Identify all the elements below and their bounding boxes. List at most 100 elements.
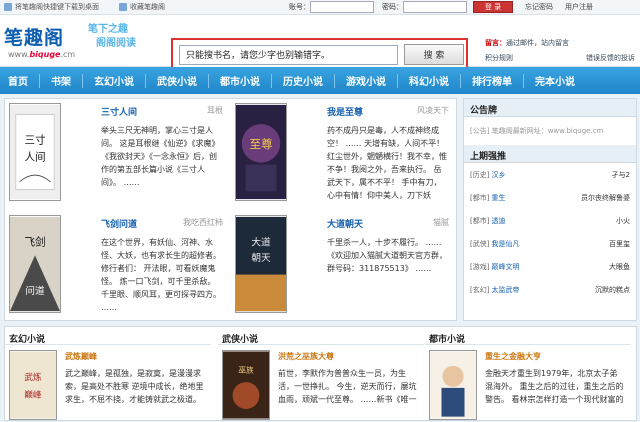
- rank-book[interactable]: 巅峰文明: [491, 262, 609, 272]
- rank-book[interactable]: 我是仙凡: [491, 239, 609, 249]
- book-title[interactable]: 洪荒之巫族大尊: [278, 351, 334, 362]
- nav-item[interactable]: 武侠小说: [157, 67, 197, 94]
- book-desc: 千里杀一人，十步不履行。 …… 《欢迎加入猫腻大道朝天官方群，群号码：31187…: [327, 238, 447, 273]
- notice-board-title: 公告牌: [464, 99, 636, 117]
- recommend-item[interactable]: [游戏] 巅峰文明 大眼鱼: [464, 255, 636, 278]
- nav-item[interactable]: 历史小说: [283, 67, 323, 94]
- book-author[interactable]: 耳根: [207, 105, 223, 116]
- book-cover[interactable]: 武炼巅峰: [9, 350, 57, 420]
- book-cover[interactable]: [429, 350, 477, 420]
- book-title[interactable]: 重生之金融大亨: [485, 351, 541, 362]
- book-cover[interactable]: 巫族: [222, 350, 270, 420]
- rank-book[interactable]: 透迪: [491, 216, 616, 226]
- recommend-item[interactable]: [历史] 汉乡 孑与2: [464, 163, 636, 186]
- book-title[interactable]: 我是至尊: [327, 105, 363, 118]
- top-links: 将笔趣阁快捷键下载到桌面 收藏笔趣阁: [4, 2, 165, 12]
- rank-author[interactable]: 大眼鱼: [609, 262, 630, 272]
- svg-text:人间: 人间: [24, 151, 45, 164]
- nav-item[interactable]: 书架: [51, 67, 71, 94]
- book-author[interactable]: 猫腻: [433, 217, 449, 228]
- rank-author[interactable]: 孑与2: [612, 170, 630, 180]
- rank-author[interactable]: 沉默的糕点: [595, 285, 630, 295]
- nav-separator: [208, 73, 209, 88]
- nav-item[interactable]: 科幻小说: [409, 67, 449, 94]
- rank-book[interactable]: 汉乡: [491, 170, 611, 180]
- recommend-item[interactable]: [都市] 透迪 小火: [464, 209, 636, 232]
- account-input[interactable]: [310, 1, 374, 13]
- search-button[interactable]: 搜 索: [404, 44, 464, 65]
- svg-text:巫族: 巫族: [238, 365, 254, 375]
- top-bar: 将笔趣阁快捷键下载到桌面 收藏笔趣阁 账号： 密码： 登 录 忘记密码 用户注册: [0, 0, 640, 15]
- rank-author[interactable]: 百里玺: [609, 239, 630, 249]
- nav-separator: [145, 73, 146, 88]
- book-desc: 金融天才重生到1979年，北京太子弟混海外。 重生之后的过往，重生之后的警告。 …: [485, 369, 624, 404]
- nav-item[interactable]: 都市小说: [220, 67, 260, 94]
- bookmark-link[interactable]: 收藏笔趣阁: [130, 2, 165, 12]
- book-title[interactable]: 三寸人间: [101, 105, 137, 118]
- book-desc: 在这个世界，有妖仙、河神、水怪、大妖，也有求长生的超修者。 修行者们： 开法眼，…: [101, 238, 221, 312]
- featured-book[interactable]: 飞剑 问道 飞剑问道 我吃西红柿 在这个世界，有妖仙、河神、水怪、大妖，也有求长生…: [5, 211, 225, 316]
- category-section: 玄幻小说 武炼 巅峰 武炼巅峰 武之巅峰，是孤独，是寂寞，是漫漫求索，是高处不胜寒…: [4, 326, 637, 421]
- shortcut-link[interactable]: 将笔趣阁快捷键下载到桌面: [15, 2, 99, 12]
- feedback-link[interactable]: 错误反馈的投诉: [586, 51, 635, 66]
- category-heading[interactable]: 武侠小说: [218, 327, 424, 345]
- featured-book[interactable]: 三寸 人间 三寸人间 耳根 举头三尺无神明，掌心三寸是人间。 这是耳根继《仙逆》《…: [5, 99, 225, 204]
- login-form: 账号： 密码： 登 录 忘记密码 用户注册: [289, 1, 593, 13]
- featured-book[interactable]: 大道 朝天 大道朝天 猫腻 千里杀一人，十步不履行。 …… 《欢迎加入猫腻大道朝天…: [231, 211, 451, 316]
- rank-author[interactable]: 小火: [616, 216, 630, 226]
- recommend-item[interactable]: [都市] 重生 员尔丧终解鲁婆: [464, 186, 636, 209]
- rank-category: [武侠]: [470, 239, 490, 248]
- book-cover[interactable]: 飞剑问道: [9, 215, 61, 313]
- svg-text:三寸: 三寸: [24, 133, 46, 146]
- nav-item[interactable]: 排行榜单: [472, 67, 512, 94]
- points-rules-link[interactable]: 积分规则: [485, 51, 513, 66]
- book-desc: 武之巅峰，是孤独，是寂寞，是漫漫求索，是高处不胜寒 逆境中成长，绝地里求生，不屈…: [65, 369, 204, 404]
- nav-item[interactable]: 首页: [8, 67, 28, 94]
- nav-separator: [39, 73, 40, 88]
- site-logo[interactable]: 笔趣阁 www.biquge.cm: [4, 23, 75, 59]
- book-cover[interactable]: 三寸人间: [9, 103, 61, 201]
- header-notice: 留言：通过邮件，站内留言 积分规则 错误反馈的投诉: [485, 36, 635, 66]
- nav-item[interactable]: 游戏小说: [346, 67, 386, 94]
- rank-category: [历史]: [470, 170, 490, 179]
- book-author[interactable]: 我吃西红柿: [183, 217, 223, 228]
- book-desc: 举头三尺无神明，掌心三寸是人间。 这是耳根继《仙逆》《求魔》《我欲封天》《一念永…: [101, 126, 220, 187]
- rank-book[interactable]: 太监武帝: [491, 285, 595, 295]
- category-heading[interactable]: 都市小说: [425, 327, 631, 345]
- nav-separator: [82, 73, 83, 88]
- nav-item[interactable]: 玄幻小说: [94, 67, 134, 94]
- search-input[interactable]: 只能搜书名，请您少字也别输错字。: [179, 44, 398, 65]
- header: 笔趣阁 www.biquge.cm 笔下之趣 阁阁阅读 只能搜书名，请您少字也别…: [0, 15, 640, 71]
- rank-category: [游戏]: [470, 262, 490, 271]
- sidebar: 公告牌 [公告] 笔趣阁最新网址：www.biquge.cm 上期强推 [历史]…: [463, 98, 637, 321]
- register-link[interactable]: 用户注册: [565, 2, 593, 12]
- svg-text:巅峰: 巅峰: [24, 389, 42, 400]
- password-input[interactable]: [403, 1, 467, 13]
- book-cover[interactable]: 至尊: [235, 103, 287, 201]
- svg-text:朝天: 朝天: [251, 253, 271, 264]
- book-title[interactable]: 武炼巅峰: [65, 351, 97, 362]
- recommend-item[interactable]: [武侠] 我是仙凡 百里玺: [464, 232, 636, 255]
- book-title[interactable]: 飞剑问道: [101, 217, 137, 230]
- svg-text:武炼: 武炼: [24, 371, 42, 383]
- login-button[interactable]: 登 录: [473, 1, 513, 13]
- book-title[interactable]: 大道朝天: [327, 217, 363, 230]
- rank-category: [都市]: [470, 193, 490, 202]
- book-desc: 前世，李默作为普普众生一员，为生活，一世挣扎。 今生，逆天而行，屡坑血雨，顽斌一…: [278, 369, 417, 404]
- rank-book[interactable]: 重生: [491, 193, 581, 203]
- book-cover[interactable]: 大道朝天: [235, 215, 287, 313]
- rank-author[interactable]: 员尔丧终解鲁婆: [581, 193, 630, 203]
- logo-text: 笔趣阁: [4, 27, 65, 49]
- category-heading[interactable]: 玄幻小说: [5, 327, 211, 345]
- nav-item[interactable]: 完本小说: [535, 67, 575, 94]
- book-author[interactable]: 风凌天下: [417, 105, 449, 116]
- main-nav: 首页 书架 玄幻小说 武侠小说 都市小说 历史小说 游戏小说 科幻小说 排行榜单 完本小说: [0, 67, 640, 94]
- category-column: 都市小说 重生之金融大亨 金融天才重生到1979年，北京太子弟混海外。 重生之后…: [425, 327, 631, 422]
- featured-book[interactable]: 至尊 我是至尊 风凌天下 药不成丹只是毒，人不成神终成空！ …… 天增有缺，人间…: [231, 99, 451, 204]
- announcement[interactable]: [公告] 笔趣阁最新网址：www.biquge.cm: [464, 117, 636, 145]
- logo-domain: www.biquge.cm: [8, 50, 76, 59]
- recommend-title: 上期强推: [464, 145, 636, 163]
- book-desc: 药不成丹只是毒，人不成神终成空！ …… 天增有缺，人间不平！红尘世外，魍魉横行！…: [327, 126, 447, 200]
- forgot-password-link[interactable]: 忘记密码: [525, 2, 553, 12]
- recommend-item[interactable]: [玄幻] 太监武帝 沉默的糕点: [464, 278, 636, 301]
